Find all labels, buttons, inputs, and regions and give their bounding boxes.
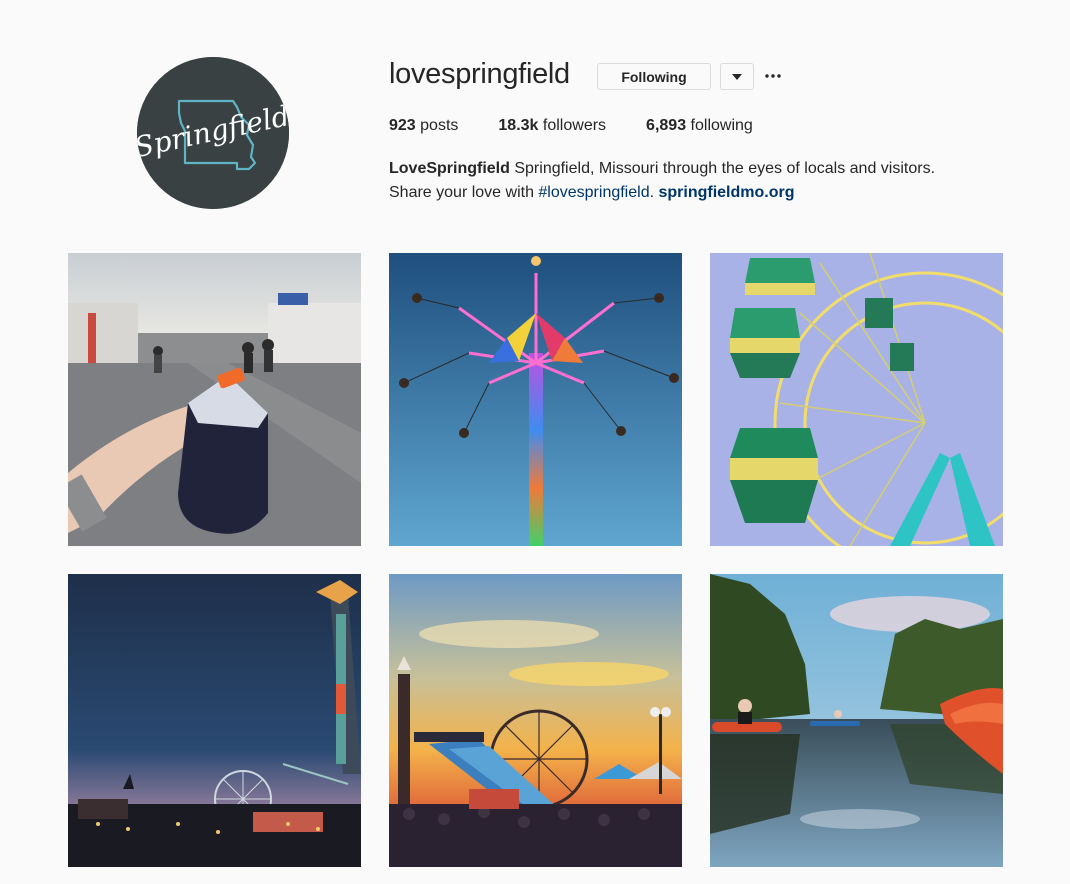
post-thumbnail[interactable] bbox=[710, 574, 1003, 867]
posts-label: posts bbox=[420, 117, 459, 134]
post-image bbox=[389, 253, 682, 546]
post-thumbnail[interactable] bbox=[389, 574, 682, 867]
post-thumbnail[interactable] bbox=[389, 253, 682, 546]
followers-stat[interactable]: 18.3k followers bbox=[498, 117, 606, 135]
post-image bbox=[710, 253, 1003, 546]
profile-avatar[interactable]: Springfield bbox=[137, 57, 289, 209]
post-thumbnail[interactable] bbox=[710, 253, 1003, 546]
post-thumbnail[interactable] bbox=[68, 574, 361, 867]
bio-share-text: Share your love with bbox=[389, 184, 539, 201]
post-image bbox=[68, 574, 361, 867]
posts-stat: 923 posts bbox=[389, 117, 458, 135]
bio-description: Springfield, Missouri through the eyes o… bbox=[514, 160, 936, 177]
options-button[interactable] bbox=[763, 66, 783, 86]
profile-stats: 923 posts 18.3k followers 6,893 followin… bbox=[389, 117, 793, 135]
following-count: 6,893 bbox=[646, 117, 687, 134]
ellipsis-icon bbox=[765, 74, 781, 78]
followers-label: followers bbox=[542, 117, 607, 134]
followers-count: 18.3k bbox=[498, 117, 539, 134]
caret-down-icon bbox=[732, 73, 742, 80]
bio-line-1: LoveSpringfield Springfield, Missouri th… bbox=[389, 157, 1029, 181]
following-button[interactable]: Following bbox=[597, 63, 711, 90]
springfield-logo-icon: Springfield bbox=[137, 57, 289, 209]
following-label: following bbox=[690, 117, 753, 134]
posts-count: 923 bbox=[389, 117, 416, 134]
following-stat[interactable]: 6,893 following bbox=[646, 117, 753, 135]
profile-username: lovespringfield bbox=[389, 58, 570, 90]
post-image bbox=[68, 253, 361, 546]
bio-website-link[interactable]: springfieldmo.org bbox=[658, 184, 794, 201]
profile-bio: LoveSpringfield Springfield, Missouri th… bbox=[389, 157, 1029, 205]
suggestions-dropdown-button[interactable] bbox=[720, 63, 754, 90]
post-thumbnail[interactable] bbox=[68, 253, 361, 546]
bio-line-2: Share your love with #lovespringfield. s… bbox=[389, 181, 1029, 205]
bio-full-name: LoveSpringfield bbox=[389, 160, 510, 177]
post-image bbox=[710, 574, 1003, 867]
post-image bbox=[389, 574, 682, 867]
bio-hashtag-link[interactable]: #lovespringfield bbox=[538, 184, 649, 201]
